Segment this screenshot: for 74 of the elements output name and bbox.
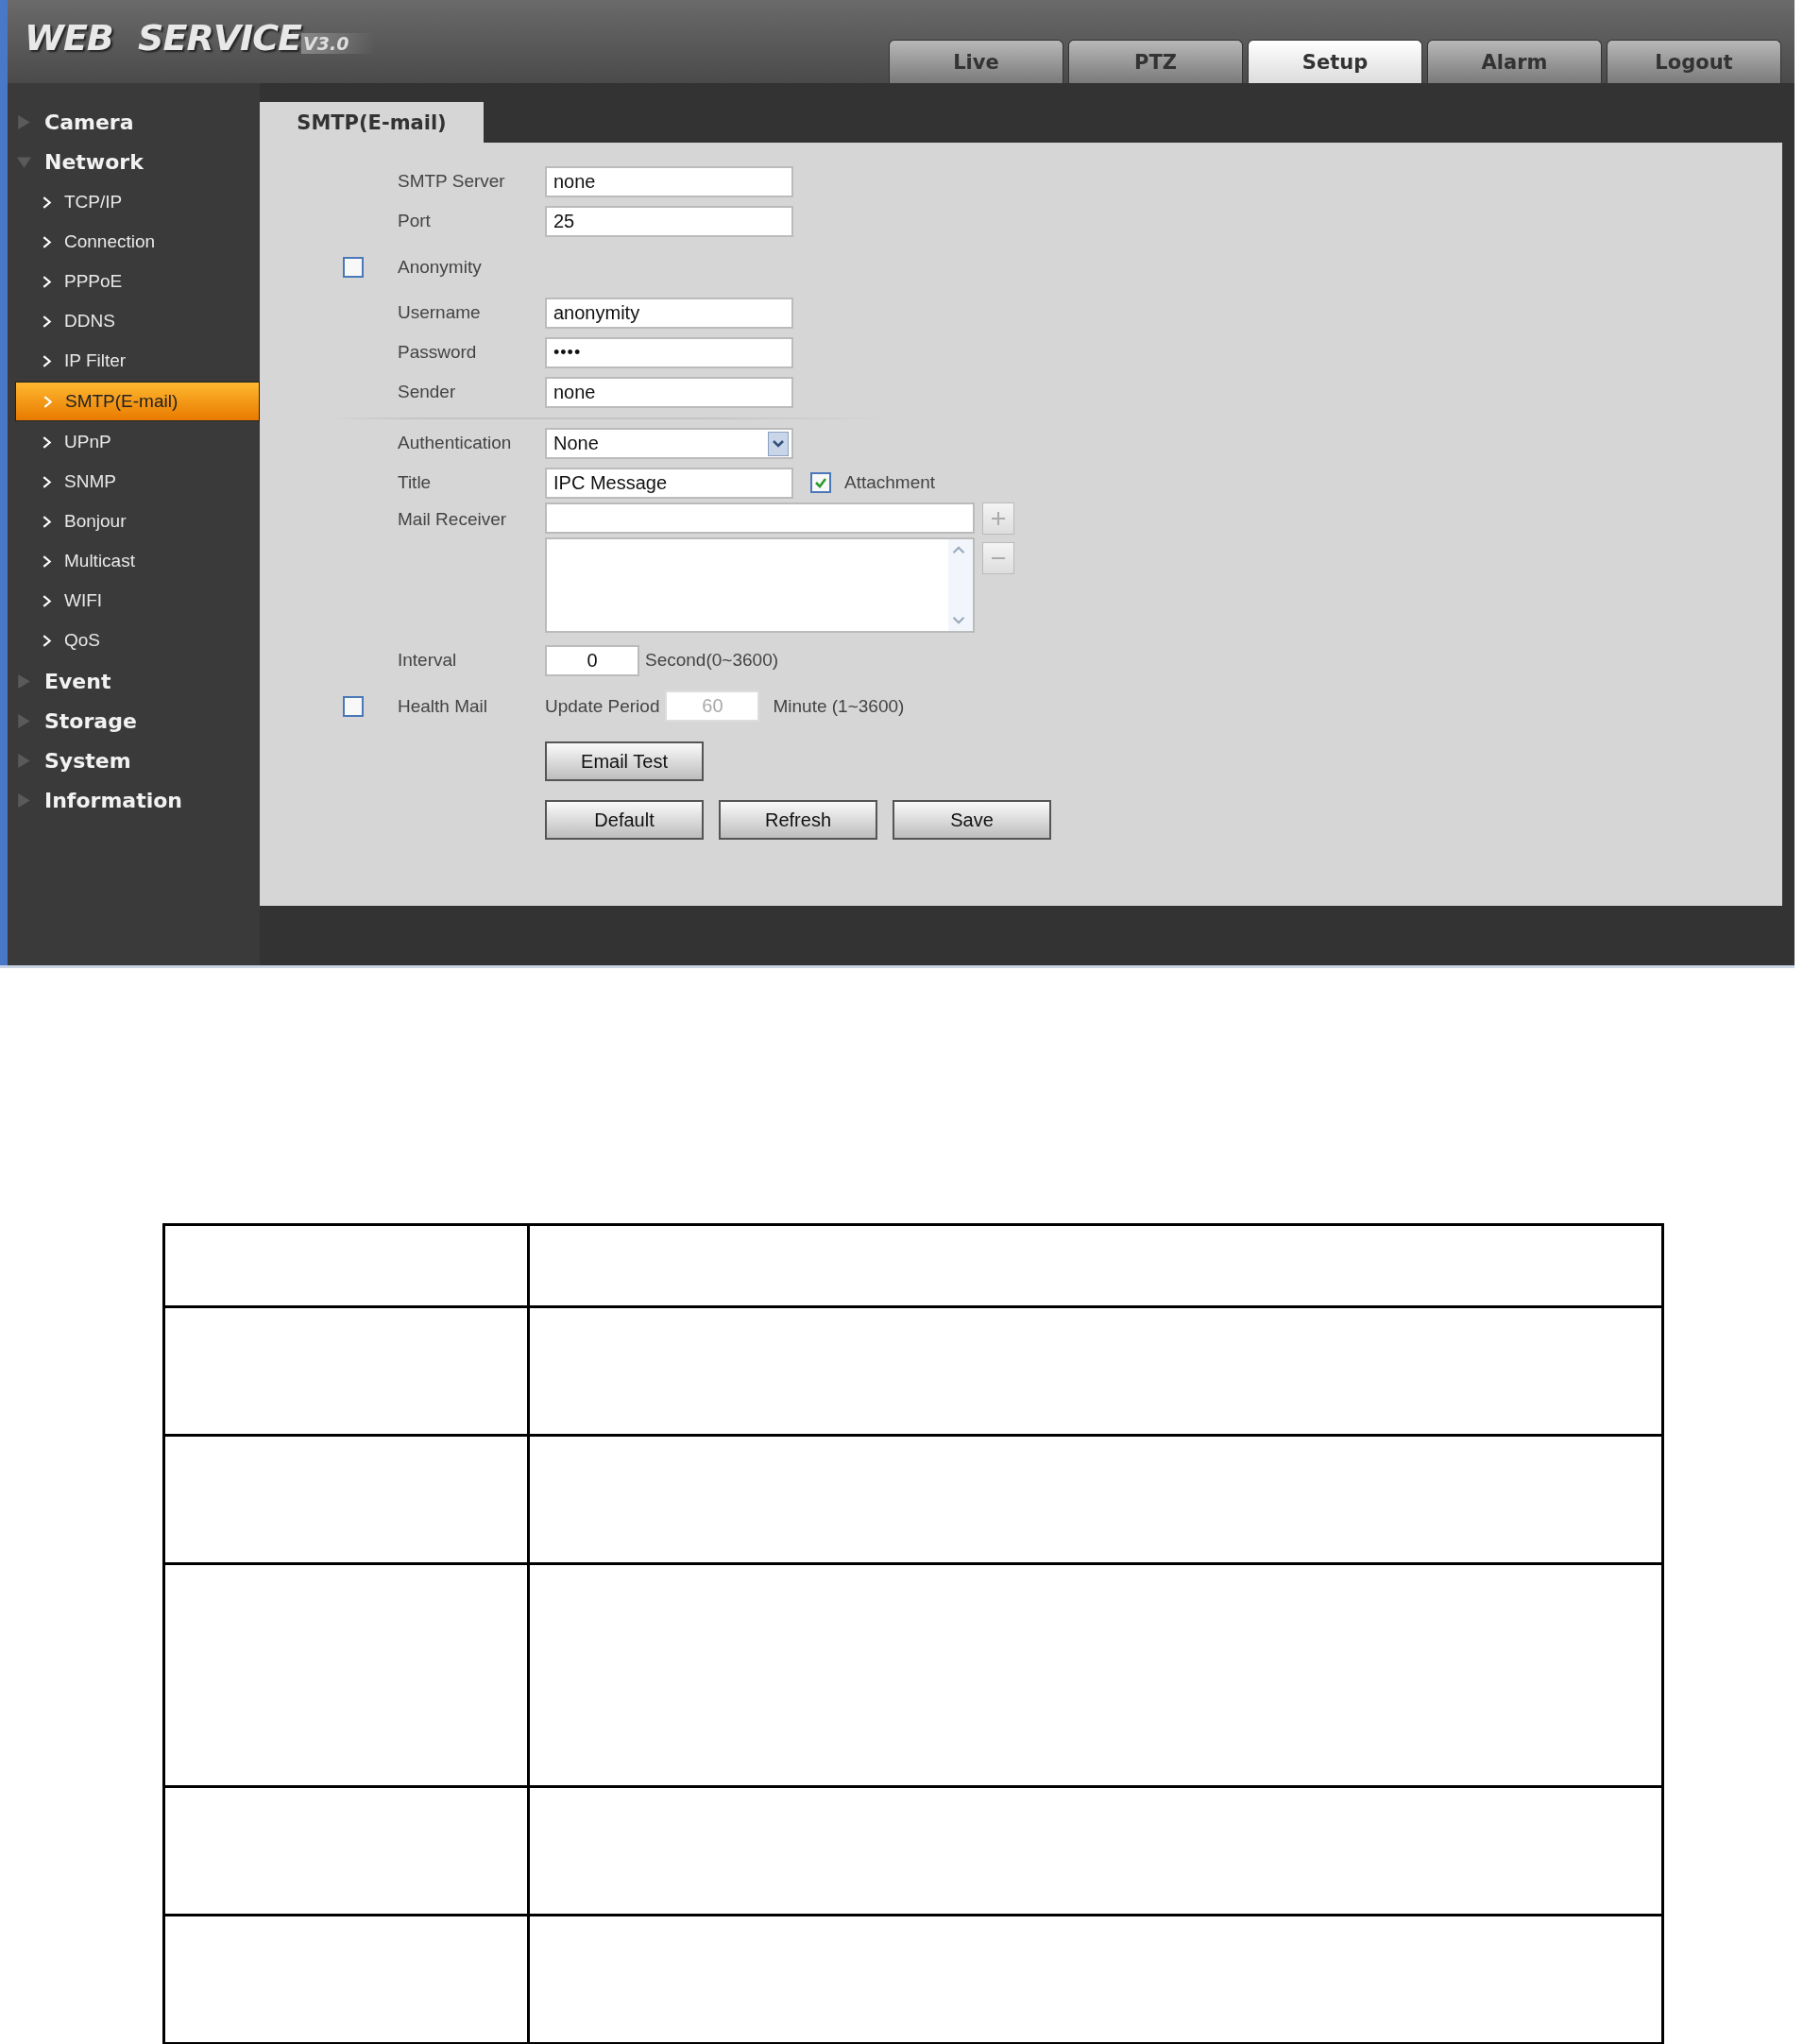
sidebar-subitem[interactable]: IP Filter: [15, 342, 260, 380]
checkbox[interactable]: [343, 256, 364, 278]
field-label: Update Period: [545, 695, 660, 717]
text-field[interactable]: none: [545, 165, 793, 197]
minus-icon: [989, 557, 1008, 559]
chevron-icon: [42, 434, 52, 450]
sidebar-subitem[interactable]: Bonjour: [15, 502, 260, 540]
sidebar-subitem[interactable]: TCP/IP: [15, 183, 260, 221]
nav-tab[interactable]: Alarm: [1427, 40, 1602, 83]
chevron-icon: [42, 514, 52, 529]
text-field[interactable]: 25: [545, 205, 793, 237]
chevron-icon: [42, 353, 52, 368]
sidebar-item[interactable]: Camera: [44, 110, 134, 134]
sidebar-subitem[interactable]: PPPoE: [15, 263, 260, 300]
password-field[interactable]: ••••: [545, 336, 793, 368]
email-test-button[interactable]: Email Test: [545, 741, 704, 781]
field-label: Mail Receiver: [398, 508, 508, 531]
sidebar-item[interactable]: Network: [44, 149, 144, 174]
field-label: Password: [398, 342, 478, 363]
field-label: Anonymity: [398, 256, 483, 278]
nav-tab[interactable]: PTZ: [1068, 40, 1243, 83]
field-label: Port: [398, 211, 432, 231]
receiver-list[interactable]: [545, 537, 975, 633]
field-label: Title: [398, 472, 433, 493]
text-field[interactable]: anonymity: [545, 297, 793, 329]
unit-label: Second(0~3600): [645, 650, 779, 671]
text-field[interactable]: IPC Message: [545, 467, 793, 499]
sidebar-subitem[interactable]: Connection: [15, 223, 260, 261]
sidebar-subitem[interactable]: WIFI: [15, 582, 260, 620]
sidebar-item[interactable]: Storage: [44, 708, 137, 733]
nav-tab[interactable]: Logout: [1607, 40, 1781, 83]
chevron-icon: [42, 633, 52, 648]
field-label: Username: [398, 302, 482, 323]
add-button[interactable]: [982, 502, 1014, 535]
chevron-icon: [42, 234, 52, 249]
nav-tab[interactable]: Setup: [1248, 40, 1422, 83]
nav-tab[interactable]: Live: [889, 40, 1063, 83]
sidebar-subitem[interactable]: SNMP: [15, 463, 260, 501]
sidebar-item[interactable]: Event: [44, 669, 111, 693]
field-label: SMTP Server: [398, 171, 506, 192]
chevron-icon: [42, 195, 52, 210]
sidebar-subitem[interactable]: QoS: [15, 622, 260, 659]
field-label: Authentication: [398, 433, 513, 453]
action-button[interactable]: Default: [545, 800, 704, 840]
sidebar-subitem[interactable]: DDNS: [15, 302, 260, 340]
chevron-icon: [43, 394, 53, 409]
text-field[interactable]: none: [545, 376, 793, 408]
chevron-icon: [42, 474, 52, 489]
panel-tab[interactable]: SMTP(E-mail): [260, 102, 484, 143]
sidebar-subitem[interactable]: Multicast: [15, 542, 260, 580]
sidebar-subitem[interactable]: SMTP(E-mail): [15, 382, 260, 421]
sidebar-item[interactable]: System: [44, 748, 131, 773]
scrollbar[interactable]: [948, 539, 973, 631]
unit-label: Minute (1~3600): [773, 695, 905, 717]
logo-text: WEB SERVICE: [25, 17, 302, 59]
check-icon: [814, 476, 827, 489]
action-button[interactable]: Refresh: [719, 800, 877, 840]
plus-icon: [989, 509, 1008, 528]
action-button[interactable]: Save: [893, 800, 1051, 840]
chevron-icon: [42, 314, 52, 329]
checkbox-label: Attachment: [844, 472, 936, 493]
field-label: Sender: [398, 382, 457, 402]
chevron-icon: [42, 274, 52, 289]
number-field[interactable]: 0: [545, 644, 639, 676]
sidebar-item[interactable]: Information: [44, 788, 182, 812]
remove-button[interactable]: [982, 542, 1014, 574]
dropdown[interactable]: None: [545, 427, 793, 459]
chevron-icon: [42, 593, 52, 608]
sidebar-subitem[interactable]: UPnP: [15, 423, 260, 461]
field-label: Health Mail: [398, 695, 489, 717]
chevron-icon: [42, 554, 52, 569]
text-field[interactable]: [545, 502, 975, 534]
field-label: Interval: [398, 650, 458, 671]
checkbox[interactable]: [810, 472, 831, 493]
